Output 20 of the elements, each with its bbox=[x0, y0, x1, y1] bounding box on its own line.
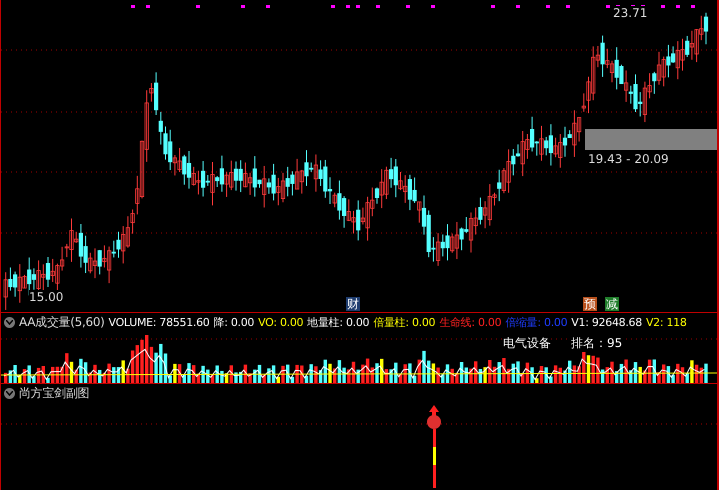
indicator-reading: 倍缩量: 0.00 bbox=[505, 314, 568, 330]
indicator-reading: 降: 0.00 bbox=[214, 314, 254, 330]
indicator-reading: V2: 118 bbox=[646, 316, 687, 328]
indicator-reading: 地量柱: 0.00 bbox=[307, 314, 370, 330]
signal-badge: 减 bbox=[605, 297, 619, 311]
indicator-reading: 生命线: 0.00 bbox=[439, 314, 502, 330]
low-price-label: 15.00 bbox=[29, 290, 64, 304]
indicator-reading: VO: 0.00 bbox=[258, 316, 304, 328]
chevron-down-icon[interactable] bbox=[4, 316, 15, 328]
indicator-title: AA成交量(5,60) bbox=[19, 314, 105, 330]
signal-badge: 预 bbox=[583, 297, 597, 311]
price-range-label: 19.43 - 20.09 bbox=[588, 152, 669, 166]
chevron-down-icon[interactable] bbox=[4, 388, 15, 398]
indicator-reading: V1: 92648.68 bbox=[571, 316, 642, 328]
indicator-reading: 倍量柱: 0.00 bbox=[373, 314, 436, 330]
indicator-title: 尚方宝剑副图 bbox=[19, 384, 90, 402]
signal-badge: 财 bbox=[346, 297, 360, 311]
indicator-reading: VOLUME: 78551.60 bbox=[108, 316, 210, 328]
high-price-label: 23.71 bbox=[613, 6, 648, 20]
rank-label: 排名：95 bbox=[571, 335, 622, 352]
